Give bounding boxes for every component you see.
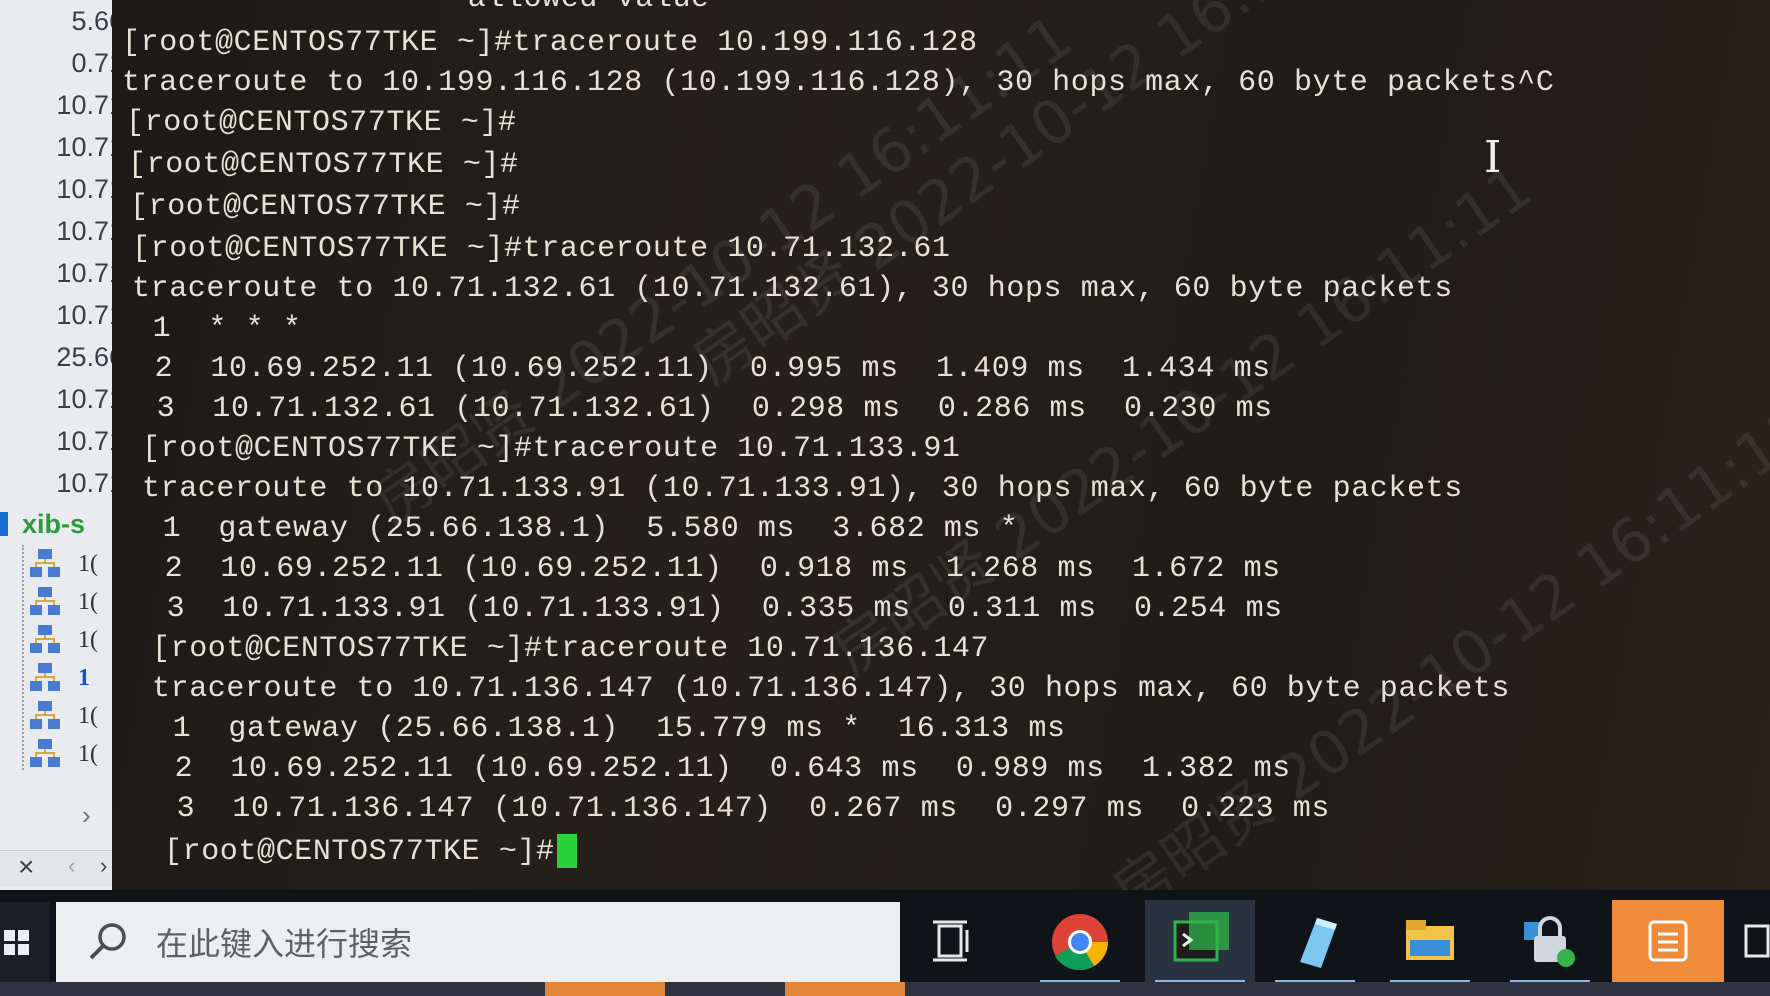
- terminal-line: [root@CENTOS77TKE ~]#: [128, 148, 519, 182]
- session-item[interactable]: 10.71: [0, 378, 130, 420]
- session-tree: 1( 1( 1( 1 1( 1(: [0, 545, 130, 785]
- session-item[interactable]: 10.71: [0, 126, 130, 168]
- presentation-app-icon: [1648, 920, 1688, 962]
- terminal-line: traceroute to 10.71.136.147 (10.71.136.1…: [152, 672, 1511, 706]
- mouse-ibeam-cursor-icon: I: [1484, 132, 1502, 183]
- group-marker: [0, 512, 8, 536]
- chrome-taskbar-button[interactable]: [1030, 900, 1130, 984]
- terminal-prompt-line[interactable]: [root@CENTOS77TKE ~]#: [164, 834, 577, 869]
- file-explorer-taskbar-button[interactable]: [1380, 900, 1480, 984]
- terminal-line: 2 10.69.252.11 (10.69.252.11) 0.995 ms 1…: [136, 352, 1271, 386]
- scroll-right-icon[interactable]: ›: [82, 800, 91, 831]
- terminal-line: 2 10.69.252.11 (10.69.252.11) 0.918 ms 1…: [146, 552, 1281, 586]
- session-item[interactable]: 5.66: [0, 0, 130, 42]
- task-view-icon: [933, 920, 969, 962]
- session-item[interactable]: 10.71: [0, 294, 130, 336]
- terminal-line: [root@CENTOS77TKE ~]#traceroute 10.71.13…: [142, 432, 961, 466]
- window-icon: [1744, 924, 1770, 958]
- session-list: 5.66 0.71 10.71 10.71 10.71 10.71 10.71 …: [0, 0, 130, 504]
- vpn-lock-icon: [1524, 916, 1575, 967]
- terminal-line: [root@CENTOS77TKE ~]#traceroute 10.71.13…: [152, 632, 990, 666]
- session-item[interactable]: 10.71: [0, 462, 130, 504]
- terminal-line: [root@CENTOS77TKE ~]#: [126, 106, 517, 140]
- network-node-icon: [30, 587, 60, 615]
- terminal-line: allowed value: [412, 0, 710, 16]
- session-item[interactable]: 0.71: [0, 42, 130, 84]
- tree-node-label: 1: [78, 665, 90, 691]
- network-node-icon: [30, 625, 60, 653]
- search-placeholder: 在此键入进行搜索: [156, 925, 413, 963]
- taskbar: 在此键入进行搜索: [0, 890, 1770, 996]
- terminal-line: traceroute to 10.71.133.91 (10.71.133.91…: [142, 472, 1463, 506]
- terminal-window[interactable]: 房昭贤 2022-10-12 16:11:11 房昭贤 2022-10-12 1…: [112, 0, 1770, 890]
- terminal-line: 2 10.69.252.11 (10.69.252.11) 0.643 ms 0…: [156, 752, 1291, 786]
- network-node-icon: [30, 663, 60, 691]
- terminal-line: 1 gateway (25.66.138.1) 15.779 ms * 16.3…: [154, 712, 1066, 746]
- notepad-taskbar-button[interactable]: [1265, 900, 1365, 984]
- terminal-line: 1 gateway (25.66.138.1) 5.580 ms 3.682 m…: [144, 512, 1019, 546]
- session-group-label: xib-s: [22, 509, 86, 539]
- terminal-line: traceroute to 10.199.116.128 (10.199.116…: [122, 66, 1555, 100]
- terminal-line: 3 10.71.133.91 (10.71.133.91) 0.335 ms 0…: [148, 592, 1283, 626]
- terminal-line: traceroute to 10.71.132.61 (10.71.132.61…: [132, 272, 1453, 306]
- tab-prev-icon[interactable]: ‹: [68, 853, 75, 879]
- session-item[interactable]: 10.71: [0, 210, 130, 252]
- session-item[interactable]: 10.71: [0, 420, 130, 462]
- terminal-taskbar-button[interactable]: [1145, 900, 1255, 984]
- tree-node-label: 1(: [78, 703, 98, 729]
- windows-logo-icon: [4, 930, 30, 956]
- strip-segment: [545, 982, 665, 996]
- terminal-line: [root@CENTOS77TKE ~]#traceroute 10.71.13…: [132, 232, 951, 266]
- start-button[interactable]: [0, 902, 50, 982]
- notepad-icon: [1300, 918, 1337, 968]
- terminal-app-icon: [1173, 912, 1229, 962]
- presentation-taskbar-button[interactable]: [1612, 900, 1724, 984]
- network-node-icon: [30, 739, 60, 767]
- tree-node-label: 1(: [78, 551, 98, 577]
- chrome-icon: [1052, 914, 1108, 971]
- terminal-cursor: [556, 834, 577, 868]
- tree-node-label: 1(: [78, 589, 98, 615]
- terminal-prompt: [root@CENTOS77TKE ~]#: [164, 834, 555, 869]
- task-view-button[interactable]: [905, 900, 1005, 984]
- session-item[interactable]: 10.71: [0, 84, 130, 126]
- terminal-line: 3 10.71.136.147 (10.71.136.147) 0.267 ms…: [158, 792, 1330, 826]
- search-icon: [89, 923, 126, 960]
- session-item[interactable]: 10.71: [0, 168, 130, 210]
- overflow-taskbar-button[interactable]: [1730, 900, 1770, 984]
- terminal-line: [root@CENTOS77TKE ~]#traceroute 10.199.1…: [122, 26, 978, 60]
- taskbar-search-box[interactable]: 在此键入进行搜索: [56, 902, 900, 986]
- terminal-line: [root@CENTOS77TKE ~]#: [130, 190, 521, 224]
- session-item[interactable]: 10.71: [0, 252, 130, 294]
- strip-segment: [785, 982, 905, 996]
- network-node-icon: [30, 549, 60, 577]
- bottom-strip: [0, 982, 1770, 996]
- tree-node-label: 1(: [78, 741, 98, 767]
- tree-node-label: 1(: [78, 627, 98, 653]
- terminal-line: 3 10.71.132.61 (10.71.132.61) 0.298 ms 0…: [138, 392, 1273, 426]
- session-group[interactable]: xib-s: [0, 506, 130, 542]
- file-explorer-icon: [1406, 920, 1454, 960]
- network-node-icon: [30, 701, 60, 729]
- vpn-taskbar-button[interactable]: [1500, 900, 1600, 984]
- session-item[interactable]: 25.66: [0, 336, 130, 378]
- terminal-line: 1 * * *: [134, 312, 302, 346]
- tab-next-icon[interactable]: ›: [100, 853, 107, 879]
- close-icon[interactable]: ×: [18, 851, 34, 883]
